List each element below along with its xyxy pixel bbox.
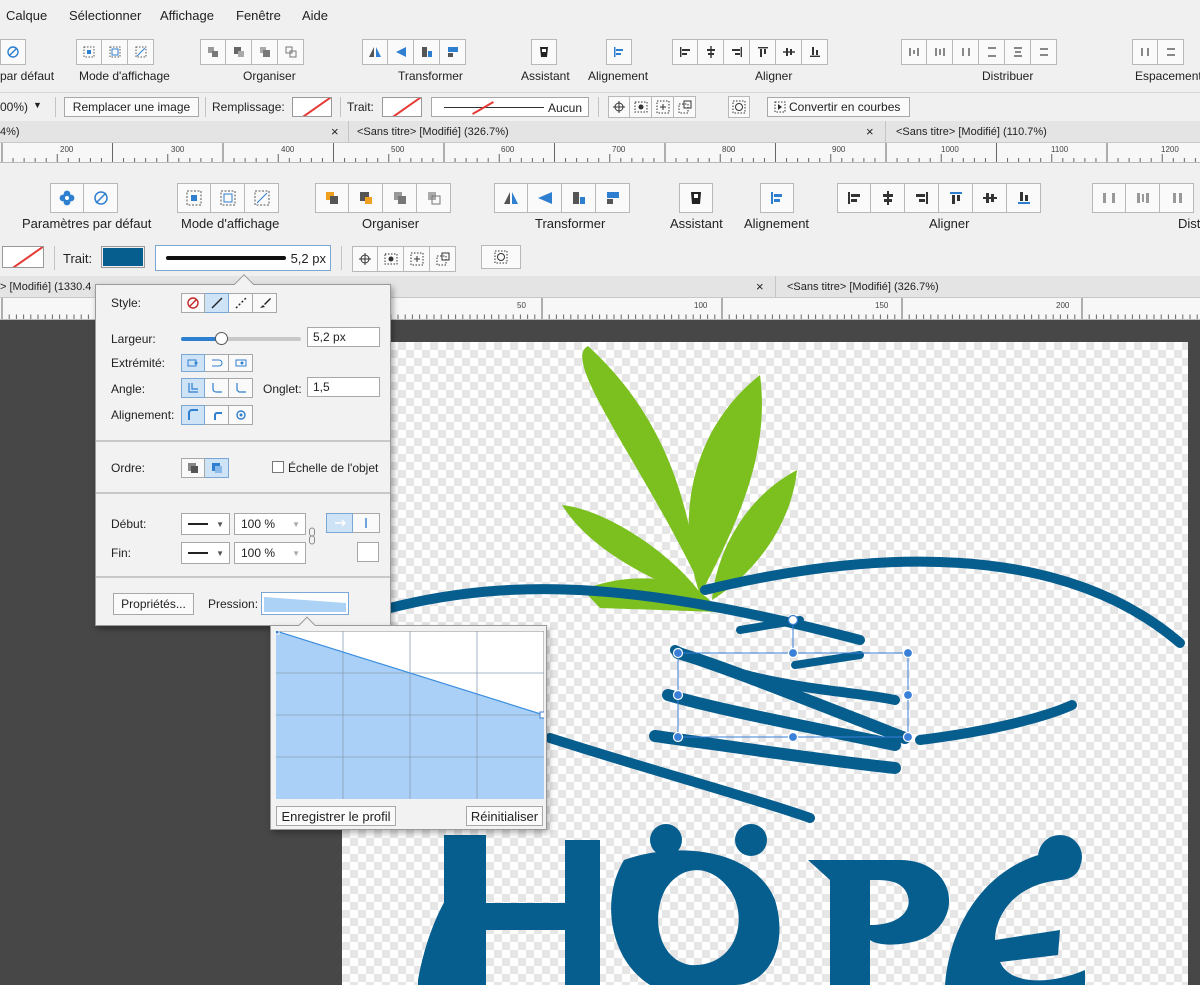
swap-arrowheads-button[interactable] [357, 542, 379, 562]
width-slider-track[interactable] [181, 332, 301, 345]
style-none-button[interactable] [181, 293, 205, 313]
round-cap-icon [211, 359, 222, 367]
order-front-button[interactable] [205, 458, 229, 478]
link-icon[interactable] [308, 527, 316, 545]
arrowhead-line [188, 523, 208, 525]
align-outside-stroke-button[interactable] [229, 405, 253, 425]
curve-handle-end[interactable] [539, 711, 544, 719]
end-arrowhead-dropdown[interactable]: ▼ [181, 542, 230, 564]
cap-square-button[interactable] [229, 354, 253, 372]
reset-button[interactable]: Réinitialiser [466, 806, 543, 826]
join-bevel-button[interactable] [229, 378, 253, 398]
start-size-value: 100 % [241, 517, 276, 531]
end-size-value: 100 % [241, 546, 276, 560]
miter-join-icon [188, 383, 198, 393]
stroke-outside-icon [235, 410, 246, 420]
chevron-down-icon: ▼ [292, 520, 300, 529]
miter-label: Onglet: [263, 382, 302, 396]
arrow-position-outside-button[interactable] [326, 513, 353, 533]
style-buttons [181, 293, 277, 313]
properties-button[interactable]: Propriétés... [113, 593, 194, 615]
chevron-down-icon: ▼ [292, 549, 300, 558]
style-dashed-button[interactable] [229, 293, 253, 313]
join-miter-button[interactable] [181, 378, 205, 398]
stroke-front-icon [211, 463, 222, 473]
join-buttons [181, 378, 253, 398]
end-label: Fin: [111, 546, 132, 560]
style-label: Style: [111, 296, 142, 310]
pressure-label: Pression: [208, 597, 259, 611]
scale-with-object-label: Échelle de l'objet [288, 461, 379, 475]
pressure-curve-graph[interactable] [276, 631, 544, 799]
join-round-button[interactable] [205, 378, 229, 398]
width-field[interactable]: 5,2 px [307, 327, 380, 347]
start-size-dropdown[interactable]: 100 % ▼ [234, 513, 306, 535]
no-stroke-icon [187, 297, 199, 309]
end-size-dropdown[interactable]: 100 % ▼ [234, 542, 306, 564]
chevron-down-icon: ▼ [216, 520, 224, 529]
stroke-panel: Style: Largeur: 5,2 px Extrémité: Angle:… [95, 274, 391, 626]
square-cap-icon [235, 359, 246, 367]
stroke-inside-icon [213, 412, 222, 420]
miter-field[interactable]: 1,5 [307, 377, 380, 397]
hope-logo-letters[interactable] [418, 824, 1085, 985]
curve-handle-start[interactable] [276, 631, 280, 635]
solid-line-icon [211, 297, 222, 309]
stroke-center-icon [188, 409, 198, 420]
arrow-position-inside-button[interactable] [353, 513, 380, 533]
leaves-artwork[interactable] [562, 346, 797, 612]
panel-divider [96, 576, 390, 578]
chevron-down-icon: ▼ [216, 549, 224, 558]
brush-icon [259, 298, 271, 308]
align-center-stroke-button[interactable] [181, 405, 205, 425]
width-slider-thumb[interactable] [214, 332, 228, 345]
arrowhead-position-buttons [326, 513, 380, 533]
arrow-position-icon [365, 518, 367, 528]
panel-divider [96, 492, 390, 494]
join-label: Angle: [111, 382, 146, 396]
pressure-popup: Enregistrer le profil Réinitialiser [270, 616, 547, 830]
cap-label: Extrémité: [111, 356, 166, 370]
order-buttons [181, 458, 229, 478]
arrowhead-line [188, 552, 208, 554]
pressure-preview[interactable] [261, 592, 349, 615]
bevel-join-icon [235, 383, 246, 393]
stroke-align-buttons [181, 405, 253, 425]
start-label: Début: [111, 517, 147, 531]
cap-round-button[interactable] [205, 354, 229, 372]
style-solid-button[interactable] [205, 293, 229, 313]
order-behind-button[interactable] [181, 458, 205, 478]
stroke-behind-icon [188, 463, 198, 473]
butt-cap-icon [187, 359, 198, 367]
align-label: Alignement: [111, 408, 175, 422]
align-inside-stroke-button[interactable] [205, 405, 229, 425]
scale-with-object-checkbox[interactable] [272, 461, 284, 473]
cap-butt-button[interactable] [181, 354, 205, 372]
dashed-line-icon [235, 297, 246, 309]
pressure-preview-curve [264, 597, 346, 612]
panel-divider [96, 440, 390, 442]
round-join-icon [211, 383, 222, 393]
cap-buttons [181, 354, 253, 372]
save-profile-button[interactable]: Enregistrer le profil [276, 806, 396, 826]
start-arrowhead-dropdown[interactable]: ▼ [181, 513, 230, 535]
arrow-position-icon [334, 519, 346, 527]
width-label: Largeur: [111, 332, 156, 346]
style-brush-button[interactable] [253, 293, 277, 313]
order-label: Ordre: [111, 461, 146, 475]
